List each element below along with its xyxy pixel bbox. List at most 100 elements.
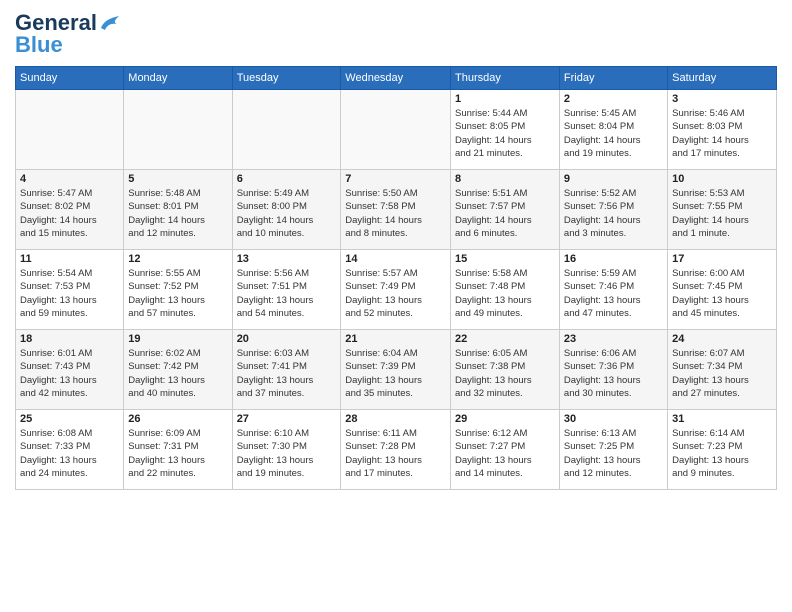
calendar-table: SundayMondayTuesdayWednesdayThursdayFrid… bbox=[15, 66, 777, 490]
day-info: Sunrise: 6:05 AM Sunset: 7:38 PM Dayligh… bbox=[455, 347, 555, 400]
calendar-cell: 20 Sunrise: 6:03 AM Sunset: 7:41 PM Dayli… bbox=[232, 330, 341, 410]
day-info: Sunrise: 6:06 AM Sunset: 7:36 PM Dayligh… bbox=[564, 347, 663, 400]
weekday-header-tuesday: Tuesday bbox=[232, 67, 341, 90]
day-number: 25 bbox=[20, 413, 119, 425]
weekday-header-monday: Monday bbox=[124, 67, 232, 90]
calendar-cell bbox=[232, 90, 341, 170]
calendar-cell: 10 Sunrise: 5:53 AM Sunset: 7:55 PM Dayli… bbox=[668, 170, 777, 250]
day-info: Sunrise: 6:09 AM Sunset: 7:31 PM Dayligh… bbox=[128, 427, 227, 480]
calendar-cell: 11 Sunrise: 5:54 AM Sunset: 7:53 PM Dayli… bbox=[16, 250, 124, 330]
day-number: 15 bbox=[455, 253, 555, 265]
day-info: Sunrise: 6:08 AM Sunset: 7:33 PM Dayligh… bbox=[20, 427, 119, 480]
calendar-cell: 9 Sunrise: 5:52 AM Sunset: 7:56 PM Daylig… bbox=[559, 170, 667, 250]
day-number: 12 bbox=[128, 253, 227, 265]
day-info: Sunrise: 5:56 AM Sunset: 7:51 PM Dayligh… bbox=[237, 267, 337, 320]
logo-bird-icon bbox=[99, 14, 121, 32]
calendar-week-2: 4 Sunrise: 5:47 AM Sunset: 8:02 PM Daylig… bbox=[16, 170, 777, 250]
day-number: 31 bbox=[672, 413, 772, 425]
calendar-cell: 19 Sunrise: 6:02 AM Sunset: 7:42 PM Dayli… bbox=[124, 330, 232, 410]
calendar-cell: 21Sunrise: 6:04 AM Sunset: 7:39 PM Dayli… bbox=[341, 330, 451, 410]
calendar-week-4: 18 Sunrise: 6:01 AM Sunset: 7:43 PM Dayli… bbox=[16, 330, 777, 410]
calendar-cell: 8Sunrise: 5:51 AM Sunset: 7:57 PM Daylig… bbox=[451, 170, 560, 250]
calendar-cell: 28 Sunrise: 6:11 AM Sunset: 7:28 PM Dayli… bbox=[341, 410, 451, 490]
day-info: Sunrise: 5:45 AM Sunset: 8:04 PM Dayligh… bbox=[564, 107, 663, 160]
day-info: Sunrise: 5:55 AM Sunset: 7:52 PM Dayligh… bbox=[128, 267, 227, 320]
day-info: Sunrise: 6:07 AM Sunset: 7:34 PM Dayligh… bbox=[672, 347, 772, 400]
day-number: 21 bbox=[345, 333, 446, 345]
calendar-cell bbox=[124, 90, 232, 170]
calendar-cell: 31 Sunrise: 6:14 AM Sunset: 7:23 PM Dayli… bbox=[668, 410, 777, 490]
day-info: Sunrise: 5:48 AM Sunset: 8:01 PM Dayligh… bbox=[128, 187, 227, 240]
day-info: Sunrise: 5:57 AM Sunset: 7:49 PM Dayligh… bbox=[345, 267, 446, 320]
calendar-cell: 16 Sunrise: 5:59 AM Sunset: 7:46 PM Dayli… bbox=[559, 250, 667, 330]
day-number: 14 bbox=[345, 253, 446, 265]
day-number: 28 bbox=[345, 413, 446, 425]
calendar-cell: 22 Sunrise: 6:05 AM Sunset: 7:38 PM Dayli… bbox=[451, 330, 560, 410]
day-number: 4 bbox=[20, 173, 119, 185]
calendar-cell: 4 Sunrise: 5:47 AM Sunset: 8:02 PM Daylig… bbox=[16, 170, 124, 250]
day-number: 22 bbox=[455, 333, 555, 345]
day-info: Sunrise: 6:03 AM Sunset: 7:41 PM Dayligh… bbox=[237, 347, 337, 400]
calendar-cell: 6Sunrise: 5:49 AM Sunset: 8:00 PM Daylig… bbox=[232, 170, 341, 250]
calendar-cell: 18 Sunrise: 6:01 AM Sunset: 7:43 PM Dayli… bbox=[16, 330, 124, 410]
day-number: 30 bbox=[564, 413, 663, 425]
day-number: 2 bbox=[564, 93, 663, 105]
weekday-header-row: SundayMondayTuesdayWednesdayThursdayFrid… bbox=[16, 67, 777, 90]
day-number: 17 bbox=[672, 253, 772, 265]
day-info: Sunrise: 5:46 AM Sunset: 8:03 PM Dayligh… bbox=[672, 107, 772, 160]
day-info: Sunrise: 6:11 AM Sunset: 7:28 PM Dayligh… bbox=[345, 427, 446, 480]
calendar-cell: 7 Sunrise: 5:50 AM Sunset: 7:58 PM Daylig… bbox=[341, 170, 451, 250]
day-number: 19 bbox=[128, 333, 227, 345]
day-info: Sunrise: 5:49 AM Sunset: 8:00 PM Dayligh… bbox=[237, 187, 337, 240]
day-number: 16 bbox=[564, 253, 663, 265]
day-number: 9 bbox=[564, 173, 663, 185]
calendar-week-5: 25 Sunrise: 6:08 AM Sunset: 7:33 PM Dayli… bbox=[16, 410, 777, 490]
day-number: 13 bbox=[237, 253, 337, 265]
calendar-cell: 15 Sunrise: 5:58 AM Sunset: 7:48 PM Dayli… bbox=[451, 250, 560, 330]
weekday-header-wednesday: Wednesday bbox=[341, 67, 451, 90]
day-info: Sunrise: 5:59 AM Sunset: 7:46 PM Dayligh… bbox=[564, 267, 663, 320]
day-info: Sunrise: 6:02 AM Sunset: 7:42 PM Dayligh… bbox=[128, 347, 227, 400]
weekday-header-sunday: Sunday bbox=[16, 67, 124, 90]
calendar-cell: 17 Sunrise: 6:00 AM Sunset: 7:45 PM Dayli… bbox=[668, 250, 777, 330]
day-number: 27 bbox=[237, 413, 337, 425]
day-number: 18 bbox=[20, 333, 119, 345]
day-number: 23 bbox=[564, 333, 663, 345]
page-container: General Blue SundayMondayTuesdayWednesda… bbox=[0, 0, 792, 495]
day-info: Sunrise: 6:12 AM Sunset: 7:27 PM Dayligh… bbox=[455, 427, 555, 480]
logo-blue: Blue bbox=[15, 32, 63, 58]
day-info: Sunrise: 5:52 AM Sunset: 7:56 PM Dayligh… bbox=[564, 187, 663, 240]
day-number: 1 bbox=[455, 93, 555, 105]
day-info: Sunrise: 6:13 AM Sunset: 7:25 PM Dayligh… bbox=[564, 427, 663, 480]
day-info: Sunrise: 5:51 AM Sunset: 7:57 PM Dayligh… bbox=[455, 187, 555, 240]
day-info: Sunrise: 5:54 AM Sunset: 7:53 PM Dayligh… bbox=[20, 267, 119, 320]
calendar-cell bbox=[341, 90, 451, 170]
logo: General Blue bbox=[15, 10, 121, 58]
day-info: Sunrise: 5:50 AM Sunset: 7:58 PM Dayligh… bbox=[345, 187, 446, 240]
day-number: 7 bbox=[345, 173, 446, 185]
calendar-cell: 14 Sunrise: 5:57 AM Sunset: 7:49 PM Dayli… bbox=[341, 250, 451, 330]
day-info: Sunrise: 5:47 AM Sunset: 8:02 PM Dayligh… bbox=[20, 187, 119, 240]
calendar-cell: 5Sunrise: 5:48 AM Sunset: 8:01 PM Daylig… bbox=[124, 170, 232, 250]
calendar-cell: 1 Sunrise: 5:44 AM Sunset: 8:05 PM Daylig… bbox=[451, 90, 560, 170]
day-info: Sunrise: 5:44 AM Sunset: 8:05 PM Dayligh… bbox=[455, 107, 555, 160]
day-info: Sunrise: 5:53 AM Sunset: 7:55 PM Dayligh… bbox=[672, 187, 772, 240]
calendar-cell: 23 Sunrise: 6:06 AM Sunset: 7:36 PM Dayli… bbox=[559, 330, 667, 410]
calendar-cell: 27 Sunrise: 6:10 AM Sunset: 7:30 PM Dayli… bbox=[232, 410, 341, 490]
day-info: Sunrise: 6:10 AM Sunset: 7:30 PM Dayligh… bbox=[237, 427, 337, 480]
day-info: Sunrise: 6:00 AM Sunset: 7:45 PM Dayligh… bbox=[672, 267, 772, 320]
day-number: 26 bbox=[128, 413, 227, 425]
calendar-cell: 25 Sunrise: 6:08 AM Sunset: 7:33 PM Dayli… bbox=[16, 410, 124, 490]
day-number: 10 bbox=[672, 173, 772, 185]
calendar-cell: 3 Sunrise: 5:46 AM Sunset: 8:03 PM Daylig… bbox=[668, 90, 777, 170]
day-info: Sunrise: 6:01 AM Sunset: 7:43 PM Dayligh… bbox=[20, 347, 119, 400]
calendar-cell: 29Sunrise: 6:12 AM Sunset: 7:27 PM Dayli… bbox=[451, 410, 560, 490]
day-number: 3 bbox=[672, 93, 772, 105]
day-number: 24 bbox=[672, 333, 772, 345]
day-info: Sunrise: 5:58 AM Sunset: 7:48 PM Dayligh… bbox=[455, 267, 555, 320]
day-info: Sunrise: 6:14 AM Sunset: 7:23 PM Dayligh… bbox=[672, 427, 772, 480]
day-number: 11 bbox=[20, 253, 119, 265]
calendar-cell: 30 Sunrise: 6:13 AM Sunset: 7:25 PM Dayli… bbox=[559, 410, 667, 490]
calendar-cell: 2 Sunrise: 5:45 AM Sunset: 8:04 PM Daylig… bbox=[559, 90, 667, 170]
day-number: 20 bbox=[237, 333, 337, 345]
